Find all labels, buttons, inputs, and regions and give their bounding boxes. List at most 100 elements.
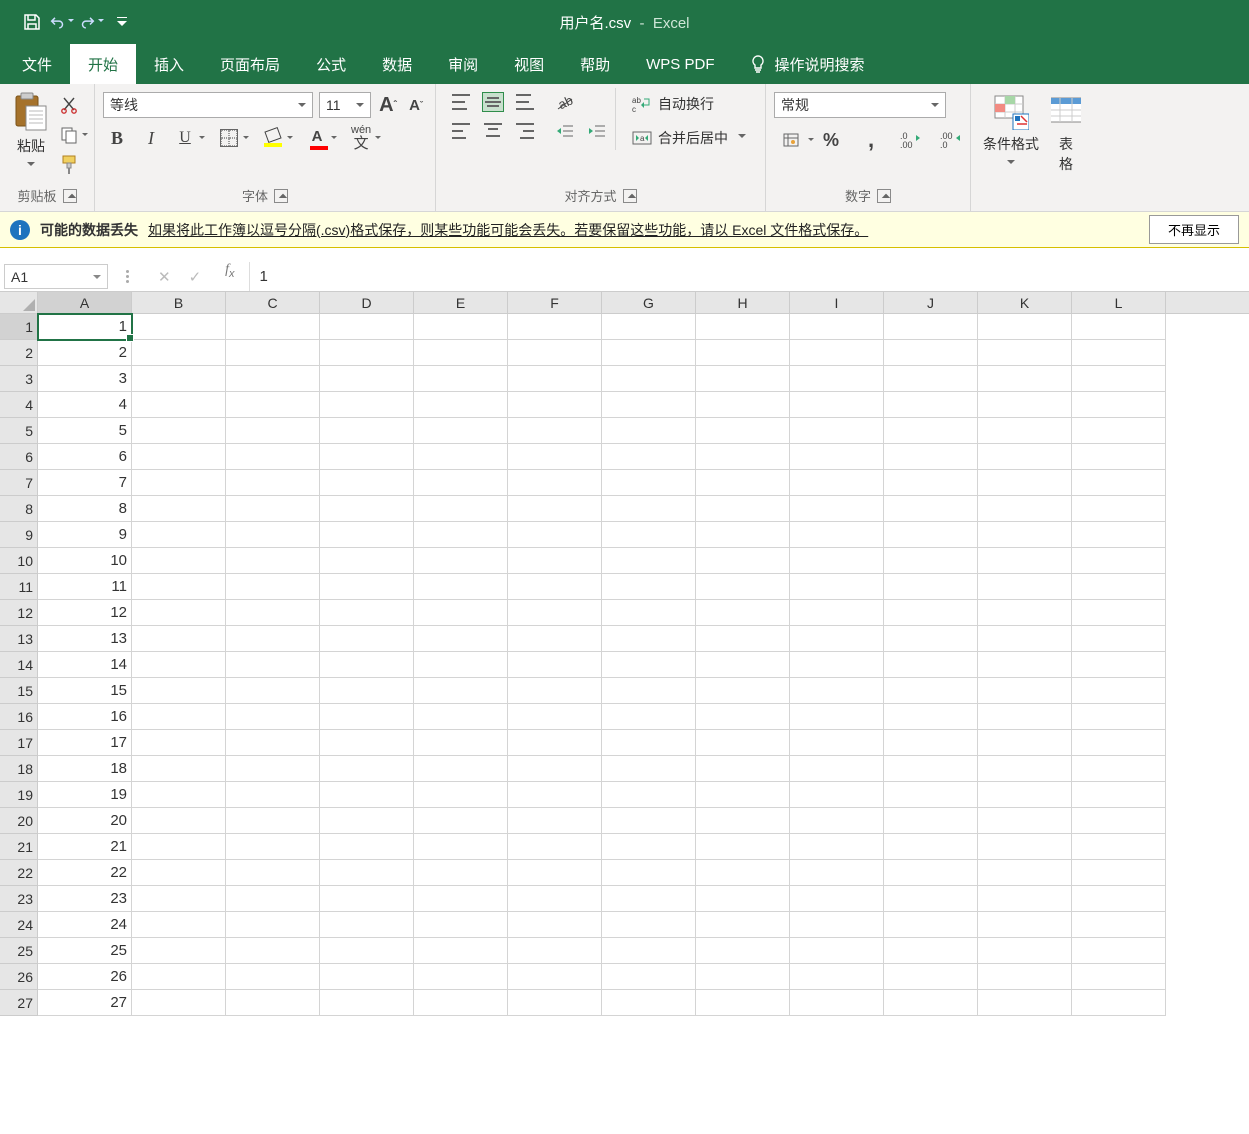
- cell-C6[interactable]: [226, 444, 320, 470]
- cell-F16[interactable]: [508, 704, 602, 730]
- cell-A24[interactable]: 24: [38, 912, 132, 938]
- cell-H12[interactable]: [696, 600, 790, 626]
- cell-L24[interactable]: [1072, 912, 1166, 938]
- cell-C12[interactable]: [226, 600, 320, 626]
- cell-C21[interactable]: [226, 834, 320, 860]
- cell-E18[interactable]: [414, 756, 508, 782]
- dismiss-button[interactable]: 不再显示: [1149, 215, 1239, 244]
- cell-E11[interactable]: [414, 574, 508, 600]
- cell-B9[interactable]: [132, 522, 226, 548]
- fill-color-button[interactable]: [263, 126, 283, 150]
- cell-L11[interactable]: [1072, 574, 1166, 600]
- cell-L23[interactable]: [1072, 886, 1166, 912]
- cell-C1[interactable]: [226, 314, 320, 340]
- cell-G12[interactable]: [602, 600, 696, 626]
- cell-B14[interactable]: [132, 652, 226, 678]
- format-painter-icon[interactable]: [58, 154, 80, 176]
- cell-J18[interactable]: [884, 756, 978, 782]
- cell-C20[interactable]: [226, 808, 320, 834]
- font-size-combo[interactable]: 11: [319, 92, 371, 118]
- enter-formula-icon[interactable]: ✓: [189, 268, 202, 286]
- cell-D19[interactable]: [320, 782, 414, 808]
- cell-F2[interactable]: [508, 340, 602, 366]
- cell-J3[interactable]: [884, 366, 978, 392]
- clipboard-launcher[interactable]: [63, 189, 77, 203]
- cell-L1[interactable]: [1072, 314, 1166, 340]
- cell-B4[interactable]: [132, 392, 226, 418]
- undo-icon[interactable]: [50, 10, 74, 34]
- row-header-2[interactable]: 2: [0, 340, 38, 366]
- tab-home[interactable]: 开始: [70, 44, 136, 84]
- cell-A22[interactable]: 22: [38, 860, 132, 886]
- cell-K17[interactable]: [978, 730, 1072, 756]
- align-right-icon[interactable]: [515, 122, 535, 140]
- cell-B24[interactable]: [132, 912, 226, 938]
- cell-G4[interactable]: [602, 392, 696, 418]
- cell-I19[interactable]: [790, 782, 884, 808]
- cell-J9[interactable]: [884, 522, 978, 548]
- cell-B13[interactable]: [132, 626, 226, 652]
- tab-formulas[interactable]: 公式: [298, 44, 364, 84]
- cell-B23[interactable]: [132, 886, 226, 912]
- wrap-text-button[interactable]: abc 自动换行: [628, 92, 750, 116]
- cell-B16[interactable]: [132, 704, 226, 730]
- cell-J8[interactable]: [884, 496, 978, 522]
- cell-D18[interactable]: [320, 756, 414, 782]
- cell-I4[interactable]: [790, 392, 884, 418]
- row-header-24[interactable]: 24: [0, 912, 38, 938]
- column-header-J[interactable]: J: [884, 292, 978, 313]
- cell-C13[interactable]: [226, 626, 320, 652]
- cell-G6[interactable]: [602, 444, 696, 470]
- cell-D3[interactable]: [320, 366, 414, 392]
- cell-A4[interactable]: 4: [38, 392, 132, 418]
- cell-B18[interactable]: [132, 756, 226, 782]
- cell-H3[interactable]: [696, 366, 790, 392]
- cell-J12[interactable]: [884, 600, 978, 626]
- cell-F26[interactable]: [508, 964, 602, 990]
- row-header-4[interactable]: 4: [0, 392, 38, 418]
- cell-J16[interactable]: [884, 704, 978, 730]
- cell-I26[interactable]: [790, 964, 884, 990]
- cell-J2[interactable]: [884, 340, 978, 366]
- alignment-launcher[interactable]: [623, 189, 637, 203]
- customize-qat-icon[interactable]: [110, 10, 134, 34]
- column-header-I[interactable]: I: [790, 292, 884, 313]
- column-header-H[interactable]: H: [696, 292, 790, 313]
- row-header-7[interactable]: 7: [0, 470, 38, 496]
- cell-J10[interactable]: [884, 548, 978, 574]
- column-header-C[interactable]: C: [226, 292, 320, 313]
- cell-I20[interactable]: [790, 808, 884, 834]
- align-bottom-icon[interactable]: [515, 93, 535, 111]
- select-all-corner[interactable]: [0, 292, 38, 313]
- font-name-combo[interactable]: 等线: [103, 92, 313, 118]
- cell-L27[interactable]: [1072, 990, 1166, 1016]
- cell-C11[interactable]: [226, 574, 320, 600]
- cell-A16[interactable]: 16: [38, 704, 132, 730]
- cell-I17[interactable]: [790, 730, 884, 756]
- cell-J27[interactable]: [884, 990, 978, 1016]
- paste-button[interactable]: 粘贴: [8, 88, 54, 170]
- message-text[interactable]: 如果将此工作簿以逗号分隔(.csv)格式保存，则某些功能可能会丢失。若要保留这些…: [148, 220, 868, 240]
- row-header-9[interactable]: 9: [0, 522, 38, 548]
- cell-D5[interactable]: [320, 418, 414, 444]
- cell-K10[interactable]: [978, 548, 1072, 574]
- cell-L3[interactable]: [1072, 366, 1166, 392]
- cell-L17[interactable]: [1072, 730, 1166, 756]
- cell-A6[interactable]: 6: [38, 444, 132, 470]
- cell-E8[interactable]: [414, 496, 508, 522]
- tab-file[interactable]: 文件: [0, 44, 70, 84]
- cell-D17[interactable]: [320, 730, 414, 756]
- cell-B25[interactable]: [132, 938, 226, 964]
- cell-E19[interactable]: [414, 782, 508, 808]
- tab-wpspdf[interactable]: WPS PDF: [628, 44, 732, 84]
- cell-C14[interactable]: [226, 652, 320, 678]
- cell-D1[interactable]: [320, 314, 414, 340]
- cell-A1[interactable]: 1: [38, 314, 132, 340]
- cell-E20[interactable]: [414, 808, 508, 834]
- cell-I22[interactable]: [790, 860, 884, 886]
- column-header-G[interactable]: G: [602, 292, 696, 313]
- cell-K11[interactable]: [978, 574, 1072, 600]
- comma-button[interactable]: ,: [860, 128, 882, 152]
- merge-center-button[interactable]: a 合并后居中: [628, 126, 750, 150]
- column-header-A[interactable]: A: [38, 292, 132, 313]
